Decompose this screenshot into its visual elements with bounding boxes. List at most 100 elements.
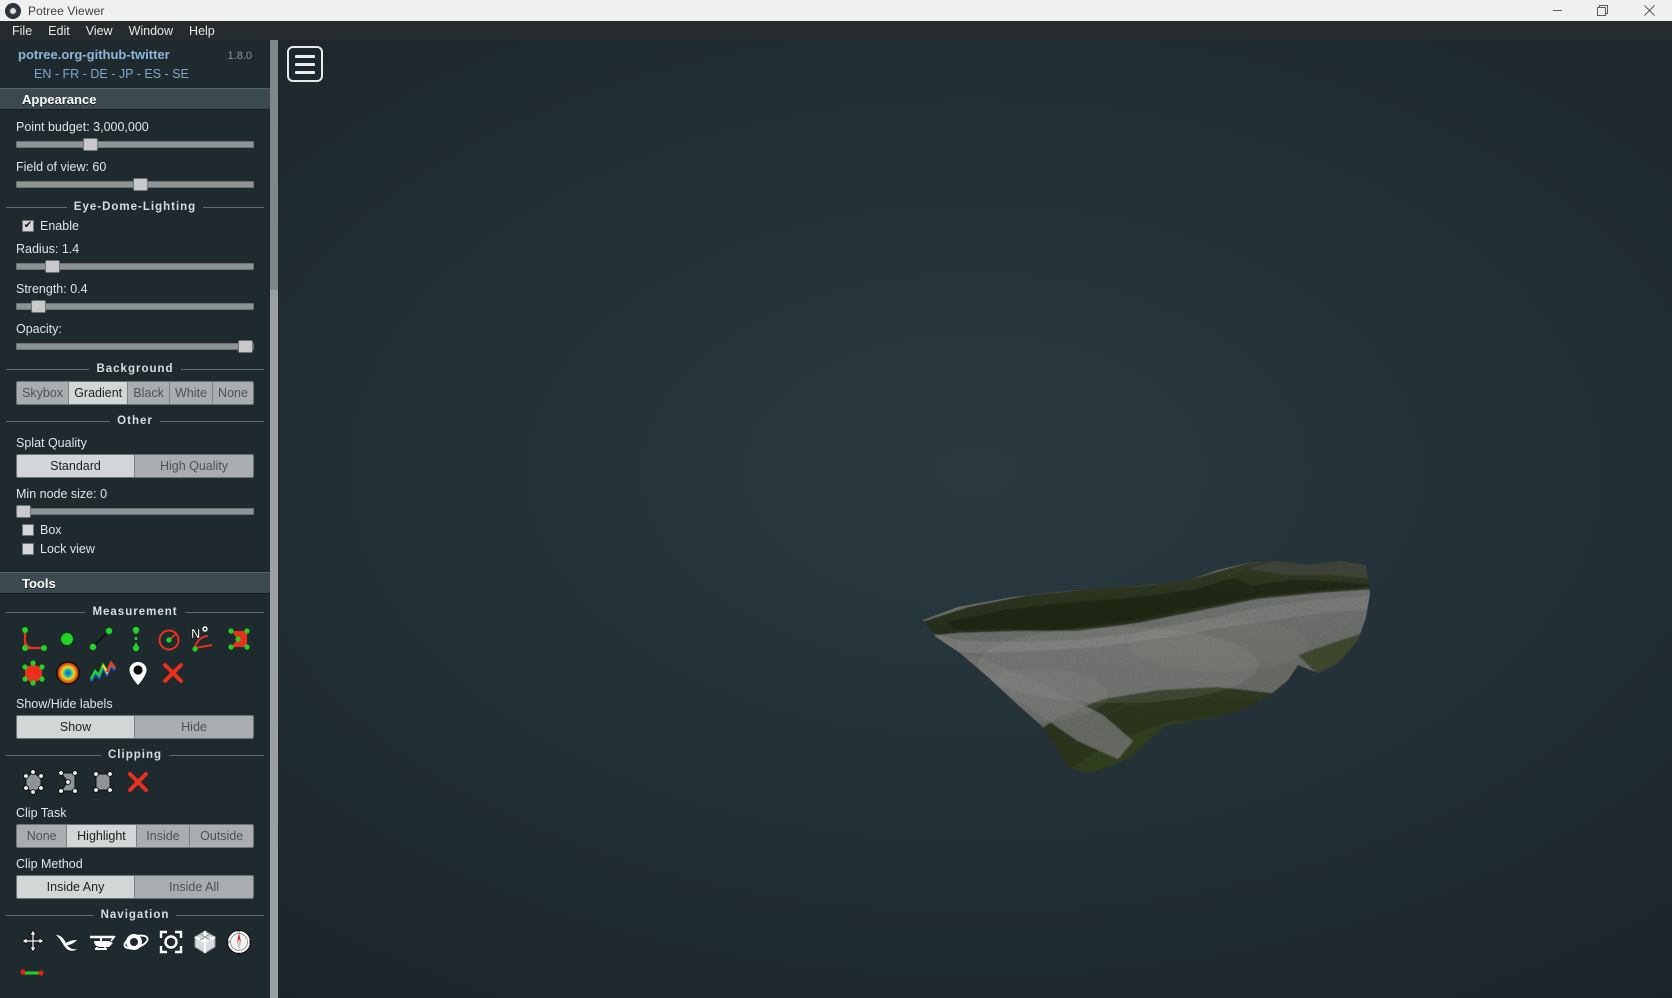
- edl-opacity-slider[interactable]: [16, 340, 254, 353]
- lang-es[interactable]: ES: [144, 67, 161, 81]
- background-option-skybox[interactable]: Skybox: [17, 382, 70, 404]
- clip-method-label: Clip Method: [16, 857, 83, 871]
- slider-track: [16, 303, 254, 310]
- hamburger-bar-2: [295, 62, 315, 66]
- splat-quality-high[interactable]: High Quality: [135, 455, 253, 477]
- menu-window[interactable]: Window: [121, 22, 181, 40]
- azimuth-measure-icon[interactable]: N: [190, 624, 220, 654]
- edl-title: Eye-Dome-Lighting: [6, 201, 264, 213]
- clip-task-outside[interactable]: Outside: [190, 825, 253, 847]
- point-measure-icon[interactable]: [52, 624, 81, 654]
- height-measure-icon[interactable]: [121, 624, 150, 654]
- lock-view-row[interactable]: Lock view: [22, 542, 254, 556]
- edl-strength-label: Strength: 0.4: [16, 282, 88, 296]
- link-twitter[interactable]: twitter: [131, 47, 170, 62]
- lang-de[interactable]: DE: [90, 67, 107, 81]
- volume-box-icon[interactable]: [18, 658, 48, 688]
- clip-task-none[interactable]: None: [17, 825, 68, 847]
- edl-radius-slider[interactable]: [16, 260, 254, 273]
- box-checkbox[interactable]: [22, 524, 34, 536]
- clip-polygon-icon[interactable]: [53, 767, 83, 797]
- background-option-white[interactable]: White: [169, 382, 213, 404]
- remove-clip-icon[interactable]: [123, 767, 153, 797]
- measure-speed-icon[interactable]: [18, 961, 48, 991]
- box-row[interactable]: Box: [22, 523, 254, 537]
- lang-sep-5: -: [164, 67, 169, 81]
- background-option-none[interactable]: None: [212, 382, 253, 404]
- menu-view[interactable]: View: [78, 22, 121, 40]
- remove-measurements-icon[interactable]: [158, 658, 188, 688]
- accordion-appearance[interactable]: Appearance: [0, 88, 270, 110]
- render-viewport[interactable]: [278, 40, 1672, 998]
- lock-view-checkbox[interactable]: [22, 543, 34, 555]
- slider-knob[interactable]: [45, 260, 60, 273]
- angle-measure-icon[interactable]: [18, 624, 47, 654]
- slider-knob[interactable]: [83, 138, 98, 151]
- labels-show-button[interactable]: Show: [17, 716, 135, 738]
- compass-icon[interactable]: N S E W: [225, 927, 254, 957]
- clip-task-inside[interactable]: Inside: [136, 825, 191, 847]
- close-icon[interactable]: [1626, 0, 1672, 21]
- clipping-title-text: Clipping: [108, 749, 162, 761]
- labels-hide-button[interactable]: Hide: [135, 716, 253, 738]
- background-option-black[interactable]: Black: [128, 382, 170, 404]
- measurement-icons-row-2: [18, 658, 254, 688]
- orbit-controls-icon[interactable]: [122, 927, 151, 957]
- slider-knob[interactable]: [16, 505, 31, 518]
- hamburger-bar-1: [295, 54, 315, 58]
- clip-volume-icon[interactable]: [18, 767, 48, 797]
- edl-enable-row[interactable]: Enable: [22, 219, 254, 233]
- accordion-tools[interactable]: Tools: [0, 572, 270, 594]
- edl-strength-slider[interactable]: [16, 300, 254, 313]
- splat-quality-label: Splat Quality: [16, 436, 87, 450]
- clip-plane-icon[interactable]: [88, 767, 118, 797]
- slider-knob[interactable]: [31, 300, 46, 313]
- lang-fr[interactable]: FR: [63, 67, 80, 81]
- distance-measure-icon[interactable]: [87, 624, 116, 654]
- volume-sphere-icon[interactable]: [53, 658, 83, 688]
- lang-en[interactable]: EN: [34, 67, 51, 81]
- menu-file[interactable]: File: [4, 22, 40, 40]
- helicopter-controls-icon[interactable]: [87, 927, 117, 957]
- point-cloud-model[interactable]: [918, 545, 1378, 780]
- area-measure-icon[interactable]: [225, 624, 254, 654]
- link-potree-org[interactable]: potree.org: [18, 47, 82, 62]
- hamburger-menu-icon[interactable]: [287, 46, 323, 82]
- clip-task-highlight[interactable]: Highlight: [67, 825, 137, 847]
- annotation-pin-icon[interactable]: [123, 658, 153, 688]
- background-option-gradient[interactable]: Gradient: [69, 382, 129, 404]
- maximize-icon[interactable]: [1580, 0, 1626, 21]
- edl-enable-checkbox[interactable]: [22, 220, 34, 232]
- background-button-group: Skybox Gradient Black White None: [16, 381, 254, 405]
- full-extent-icon[interactable]: [190, 927, 219, 957]
- circle-measure-icon[interactable]: [155, 624, 184, 654]
- clip-method-inside-all[interactable]: Inside All: [135, 876, 253, 898]
- menu-bar: File Edit View Window Help: [0, 21, 1672, 40]
- field-of-view-slider[interactable]: [16, 178, 254, 191]
- splat-quality-standard[interactable]: Standard: [17, 455, 135, 477]
- lang-jp[interactable]: JP: [119, 67, 133, 81]
- fly-controls-icon[interactable]: [52, 927, 81, 957]
- clip-method-inside-any[interactable]: Inside Any: [17, 876, 135, 898]
- clip-task-label: Clip Task: [16, 806, 67, 820]
- focus-view-icon[interactable]: [156, 927, 185, 957]
- scrollbar-thumb[interactable]: [270, 40, 278, 290]
- minimize-icon[interactable]: [1534, 0, 1580, 21]
- other-group: Other Splat Quality Standard High Qualit…: [16, 415, 254, 556]
- sidebar-scrollbar[interactable]: [270, 40, 278, 998]
- height-profile-icon[interactable]: [88, 658, 118, 688]
- slider-track: [16, 343, 254, 350]
- show-hide-labels-label: Show/Hide labels: [16, 697, 113, 711]
- slider-knob[interactable]: [238, 340, 253, 353]
- edl-opacity-label: Opacity:: [16, 322, 62, 336]
- slider-knob[interactable]: [133, 178, 148, 191]
- lang-se[interactable]: SE: [172, 67, 189, 81]
- slider-track: [16, 508, 254, 515]
- menu-help[interactable]: Help: [181, 22, 223, 40]
- min-node-size-slider[interactable]: [16, 505, 254, 518]
- point-budget-slider[interactable]: [16, 138, 254, 151]
- earth-controls-icon[interactable]: [18, 927, 47, 957]
- navigation-group: Navigation N S E W: [16, 909, 254, 991]
- menu-edit[interactable]: Edit: [40, 22, 78, 40]
- link-github[interactable]: github: [87, 47, 127, 62]
